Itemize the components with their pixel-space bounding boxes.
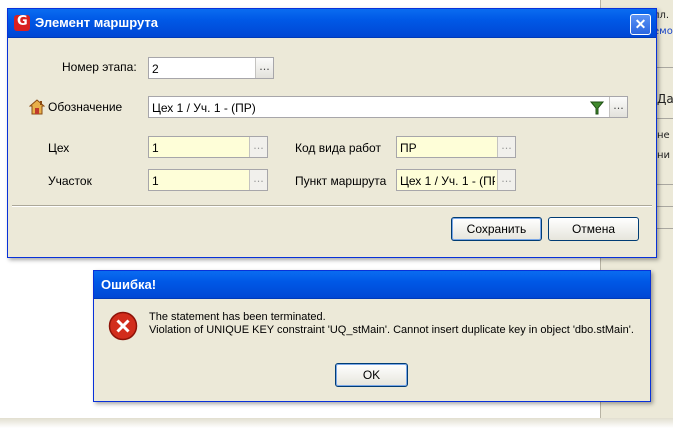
route-element-dialog: G Элемент маршрута ✕ Номер этапа: 2 ... … (7, 8, 657, 258)
background-window-bottom (0, 418, 673, 428)
app-logo-icon: G (14, 14, 30, 31)
designation-picker-button[interactable]: ... (609, 97, 627, 117)
workshop-field[interactable]: 1 ... (148, 136, 268, 158)
error-dialog-titlebar[interactable]: Ошибка! (94, 271, 650, 299)
route-point-field[interactable]: Цех 1 / Уч. 1 - (ПР) ... (396, 169, 516, 191)
error-dialog-title: Ошибка! (101, 277, 157, 292)
filter-icon[interactable] (589, 100, 605, 116)
background-text-fragment: не (657, 130, 670, 141)
route-point-value: Цех 1 / Уч. 1 - (ПР) (400, 174, 495, 188)
stage-number-picker-button[interactable]: ... (255, 58, 273, 78)
work-type-code-value: ПР (400, 141, 417, 155)
section-picker-button[interactable]: ... (249, 170, 267, 190)
dialog-title: Элемент маршрута (35, 15, 158, 30)
workshop-value: 1 (152, 141, 159, 155)
save-button[interactable]: Сохранить (451, 217, 542, 241)
work-type-code-picker-button[interactable]: ... (497, 137, 515, 157)
section-field[interactable]: 1 ... (148, 169, 268, 191)
route-point-picker-button[interactable]: ... (497, 170, 515, 190)
stage-number-value: 2 (152, 62, 159, 76)
error-message-line: Violation of UNIQUE KEY constraint 'UQ_s… (149, 324, 634, 336)
designation-value: Цех 1 / Уч. 1 - (ПР) (152, 101, 256, 115)
stage-number-field[interactable]: 2 ... (148, 57, 274, 79)
cancel-button[interactable]: Отмена (548, 217, 639, 241)
section-value: 1 (152, 174, 159, 188)
work-type-code-label: Код вида работ (295, 141, 381, 155)
route-point-label: Пункт маршрута (295, 174, 387, 188)
ok-button[interactable]: OK (335, 363, 408, 387)
button-separator (12, 205, 652, 207)
workshop-label: Цех (48, 141, 70, 155)
error-message-line: The statement has been terminated. (149, 311, 326, 323)
section-label: Участок (48, 174, 92, 188)
error-icon (108, 311, 138, 341)
close-button[interactable]: ✕ (630, 14, 651, 35)
background-text-fragment: ни (657, 150, 671, 161)
designation-label: Обозначение (48, 100, 123, 114)
workshop-picker-button[interactable]: ... (249, 137, 267, 157)
dialog-titlebar[interactable]: G Элемент маршрута ✕ (8, 9, 656, 38)
stage-number-label: Номер этапа: (62, 60, 137, 74)
house-icon (29, 99, 45, 115)
designation-field[interactable]: Цех 1 / Уч. 1 - (ПР) ... (148, 96, 628, 118)
background-text-fragment: Да (657, 92, 673, 106)
error-dialog: Ошибка! The statement has been terminate… (93, 270, 651, 402)
work-type-code-field[interactable]: ПР ... (396, 136, 516, 158)
